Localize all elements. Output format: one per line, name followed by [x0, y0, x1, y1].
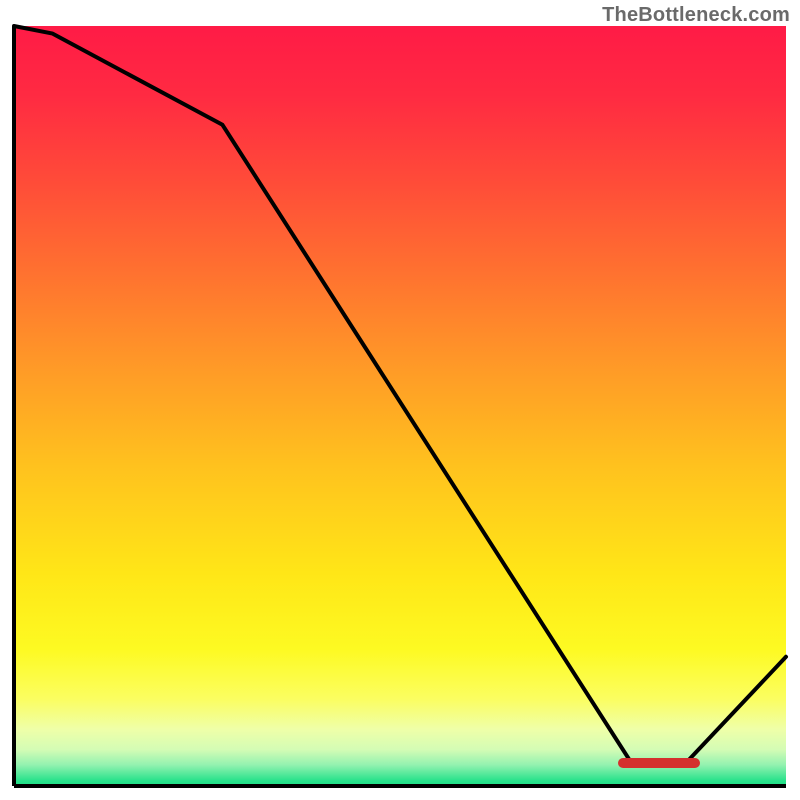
chart-canvas — [0, 0, 800, 800]
chart-plot-area — [14, 26, 786, 786]
watermark-text: TheBottleneck.com — [602, 4, 790, 27]
chart-marker — [618, 758, 700, 768]
